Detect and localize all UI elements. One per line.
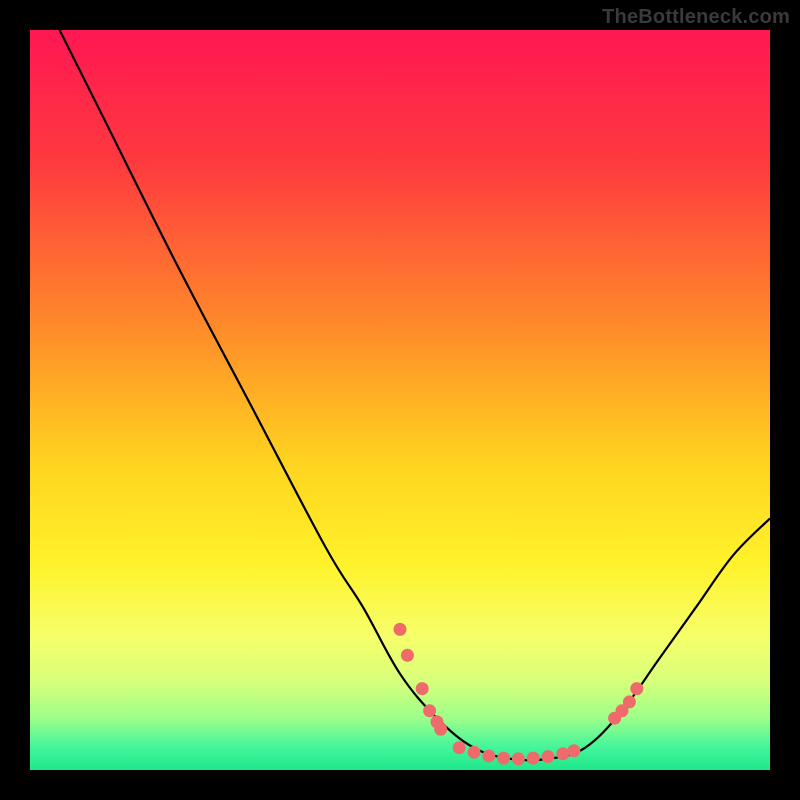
plot-area [30,30,770,770]
data-point [527,752,540,765]
chart-stage: TheBottleneck.com [0,0,800,800]
data-point [542,750,555,763]
data-point [434,723,447,736]
data-point [401,649,414,662]
data-point [416,682,429,695]
data-point [394,623,407,636]
data-point [512,752,525,765]
data-point [556,747,569,760]
data-point [482,749,495,762]
data-point [453,741,466,754]
data-point [423,704,436,717]
data-point [623,695,636,708]
bottleneck-curve-chart [30,30,770,770]
watermark-label: TheBottleneck.com [602,6,790,29]
data-point [567,744,580,757]
data-point [630,682,643,695]
data-point [497,752,510,765]
data-point [468,746,481,759]
